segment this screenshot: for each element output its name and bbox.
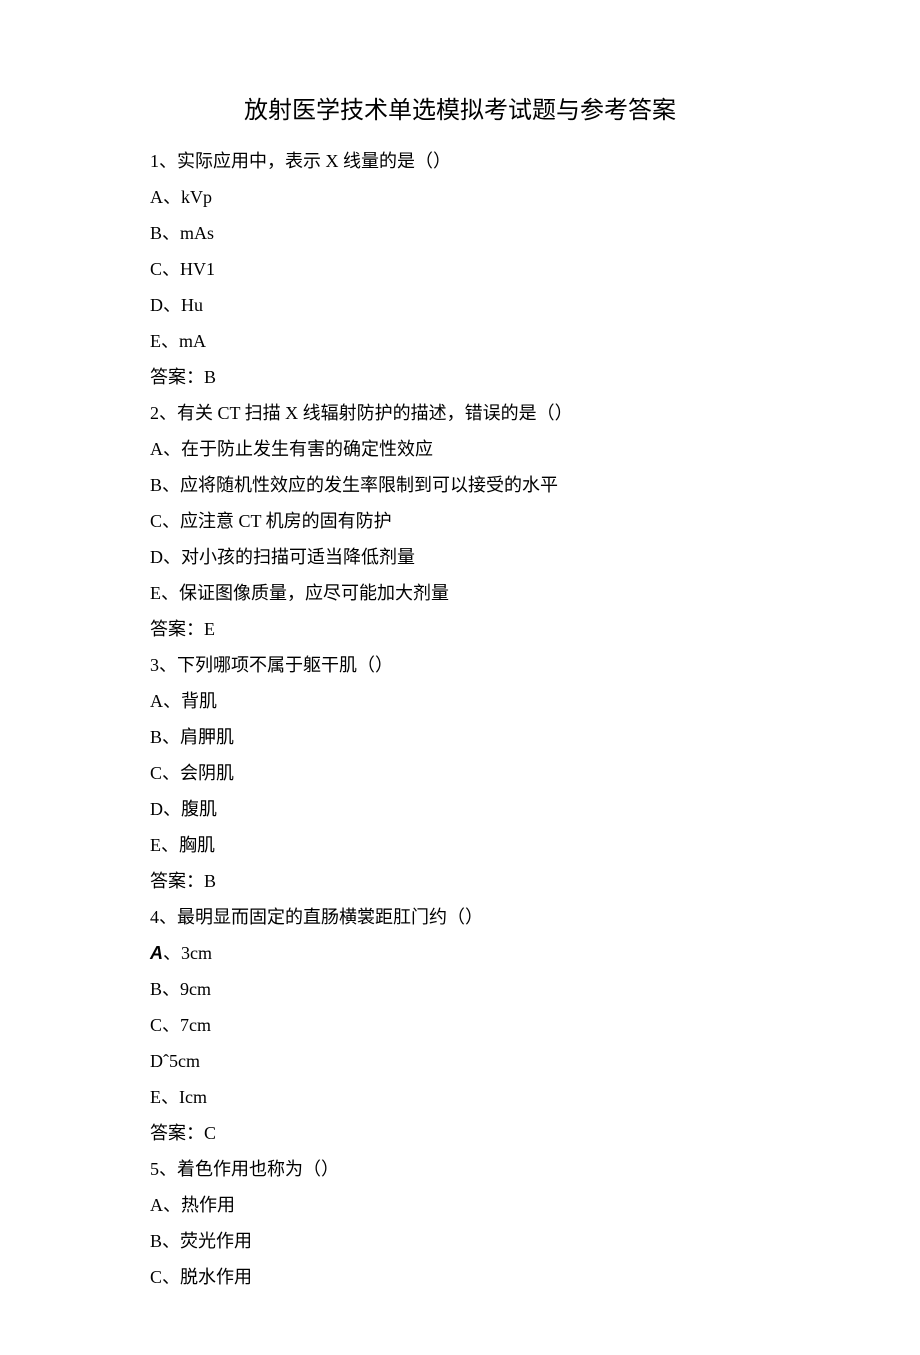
q4-option-b: B、9cm: [150, 971, 770, 1007]
q5-option-b: B、荧光作用: [150, 1223, 770, 1259]
q2-answer: 答案：E: [150, 611, 770, 647]
q3-option-c: C、会阴肌: [150, 755, 770, 791]
q1-stem: 1、实际应用中，表示 X 线量的是（）: [150, 143, 770, 179]
q2-option-c: C、应注意 CT 机房的固有防护: [150, 503, 770, 539]
q3-answer: 答案：B: [150, 863, 770, 899]
q2-option-d: D、对小孩的扫描可适当降低剂量: [150, 539, 770, 575]
q4-option-e: E、Icm: [150, 1079, 770, 1115]
q3-option-d: D、腹肌: [150, 791, 770, 827]
q3-stem: 3、下列哪项不属于躯干肌（）: [150, 647, 770, 683]
q3-option-e: E、胸肌: [150, 827, 770, 863]
q5-option-c: C、脱水作用: [150, 1259, 770, 1295]
q3-option-a: A、背肌: [150, 683, 770, 719]
q5-stem: 5、着色作用也称为（）: [150, 1151, 770, 1187]
q2-option-e: E、保证图像质量，应尽可能加大剂量: [150, 575, 770, 611]
q1-answer: 答案：B: [150, 359, 770, 395]
q4-option-c: C、7cm: [150, 1007, 770, 1043]
q1-option-d: D、Hu: [150, 287, 770, 323]
q3-option-b: B、肩胛肌: [150, 719, 770, 755]
q2-stem: 2、有关 CT 扫描 X 线辐射防护的描述，错误的是（）: [150, 395, 770, 431]
q2-option-a: A、在于防止发生有害的确定性效应: [150, 431, 770, 467]
q4-a-text: 、3cm: [163, 943, 212, 963]
q2-option-b: B、应将随机性效应的发生率限制到可以接受的水平: [150, 467, 770, 503]
doc-title: 放射医学技术单选模拟考试题与参考答案: [150, 90, 770, 125]
q1-option-c: C、HV1: [150, 251, 770, 287]
q5-option-a: A、热作用: [150, 1187, 770, 1223]
q1-option-e: E、mA: [150, 323, 770, 359]
q4-stem: 4、最明显而固定的直肠横裳距肛门约（）: [150, 899, 770, 935]
q4-option-a: A、3cm: [150, 935, 770, 971]
q1-option-b: B、mAs: [150, 215, 770, 251]
q4-a-letter: A: [150, 943, 163, 963]
q1-option-a: A、kVp: [150, 179, 770, 215]
document-page: 放射医学技术单选模拟考试题与参考答案 1、实际应用中，表示 X 线量的是（） A…: [0, 0, 920, 1355]
q4-option-d: Dˆ5cm: [150, 1043, 770, 1079]
q4-answer: 答案：C: [150, 1115, 770, 1151]
